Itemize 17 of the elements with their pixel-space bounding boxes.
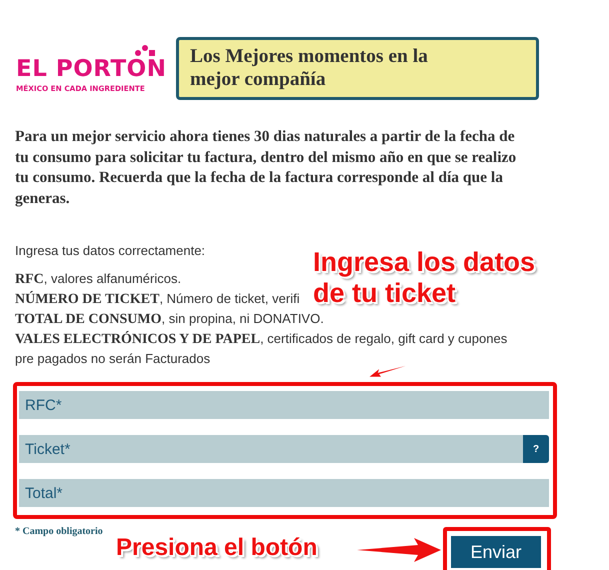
intro-paragraph: Para un mejor servicio ahora tienes 30 dias naturales a partir de la fecha de tu consumo para solicitar tu factura, dentro del mismo año en que se realizo tu consumo. Recuerda que la fecha de la factura corresponde al día que la generas. [15,127,518,208]
input-field[interactable]: Total* [19,479,549,507]
dots-icon [134,45,156,57]
instructions-title: Ingresa tus datos correctamente: [15,243,206,259]
input-field[interactable]: RFC* [19,391,549,419]
headline-banner: Los Mejores momentos en la mejor compañía [176,37,539,100]
annotation-text: Ingresa los datos de tu ticket [313,247,536,309]
input-field[interactable]: Ticket* [19,435,523,463]
instruction-text: NÚMERO DE TICKET, Número de ticket, verifi [15,290,300,309]
help-button[interactable]: ? [523,435,549,463]
submit-button[interactable]: Enviar [451,536,541,568]
instruction-text: TOTAL DE CONSUMO, sin propina, ni DONATIVO. [15,310,324,329]
instruction-text: RFC, valores alfanuméricos. [15,270,182,289]
required-note: * Campo obligatorio [15,526,103,537]
instruction-text: VALES ELECTRÓNICOS Y DE PAPEL, certificados de regalo, gift card y cupones pre pagados no serán Facturados [15,330,508,368]
logo-wordmark: EL PORTON [16,58,166,80]
annotation-text: Presiona el botón [116,534,318,562]
